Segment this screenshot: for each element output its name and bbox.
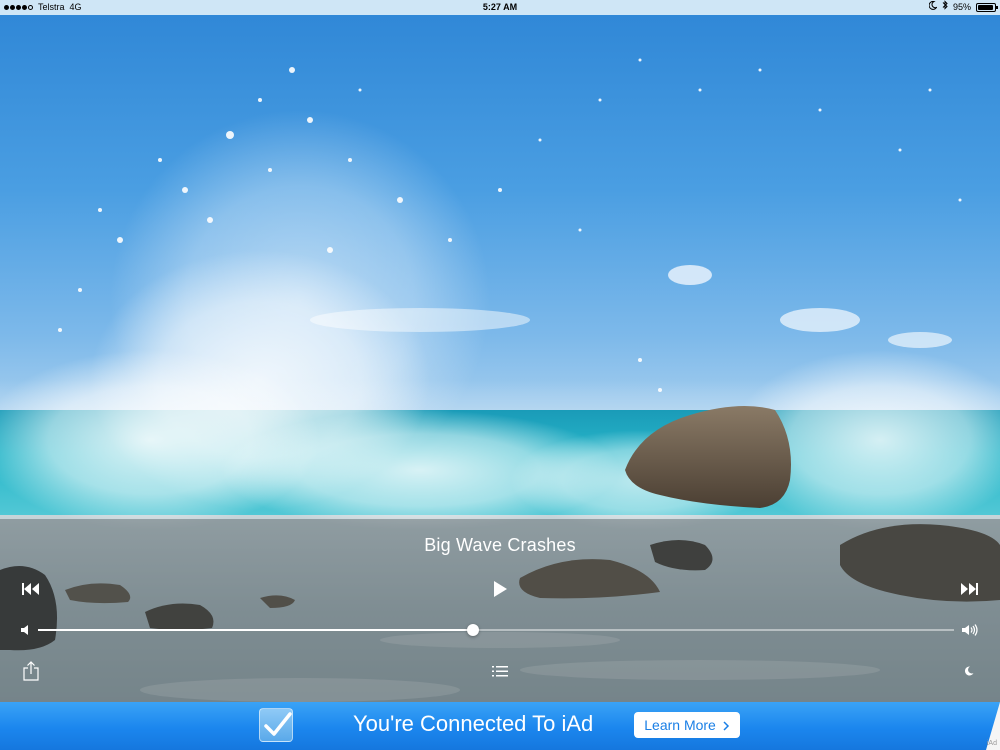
signal-dot xyxy=(10,5,15,10)
chevron-right-icon xyxy=(723,721,729,731)
bluetooth-icon xyxy=(942,0,948,15)
signal-dot xyxy=(28,5,33,10)
speaker-high-icon xyxy=(961,624,978,636)
volume-slider[interactable] xyxy=(38,624,954,636)
battery-level xyxy=(978,5,994,10)
signal-dot xyxy=(4,5,9,10)
ad-logo xyxy=(259,708,293,742)
ad-headline: You're Connected To iAd xyxy=(353,711,594,736)
volume-slider-thumb[interactable] xyxy=(467,624,480,636)
moon-icon xyxy=(928,0,938,15)
battery-icon xyxy=(976,3,998,12)
iad-label: iAd xyxy=(986,740,997,747)
learn-more-label: Learn More xyxy=(644,717,716,733)
track-title: Big Wave Crashes xyxy=(424,535,576,555)
next-track-button[interactable] xyxy=(956,578,982,600)
volume-min-button[interactable] xyxy=(17,622,33,638)
network-type: 4G xyxy=(69,2,82,12)
next-track-icon xyxy=(961,583,978,595)
carrier-name: Telstra xyxy=(38,2,65,12)
play-icon xyxy=(494,581,507,597)
signal-strength-icon xyxy=(4,5,33,10)
share-button[interactable] xyxy=(20,658,42,684)
battery-percent: 95% xyxy=(952,2,971,12)
signal-dot xyxy=(16,5,21,10)
clock: 5:27 AM xyxy=(482,2,518,12)
volume-slider-fill xyxy=(38,629,474,631)
playlist-button[interactable] xyxy=(489,662,511,680)
sleep-timer-button[interactable] xyxy=(961,663,977,679)
previous-track-icon xyxy=(22,583,39,595)
moon-icon xyxy=(964,666,974,676)
list-icon xyxy=(492,665,508,676)
learn-more-button[interactable]: Learn More xyxy=(634,712,740,738)
speaker-low-icon xyxy=(20,625,28,635)
checkmark-icon xyxy=(264,712,292,736)
status-bar: Telstra 4G 5:27 AM 95% xyxy=(0,0,1000,15)
share-icon xyxy=(23,661,39,681)
signal-dot xyxy=(22,5,27,10)
previous-track-button[interactable] xyxy=(18,578,44,600)
volume-max-button[interactable] xyxy=(960,621,980,639)
play-button[interactable] xyxy=(488,577,512,601)
